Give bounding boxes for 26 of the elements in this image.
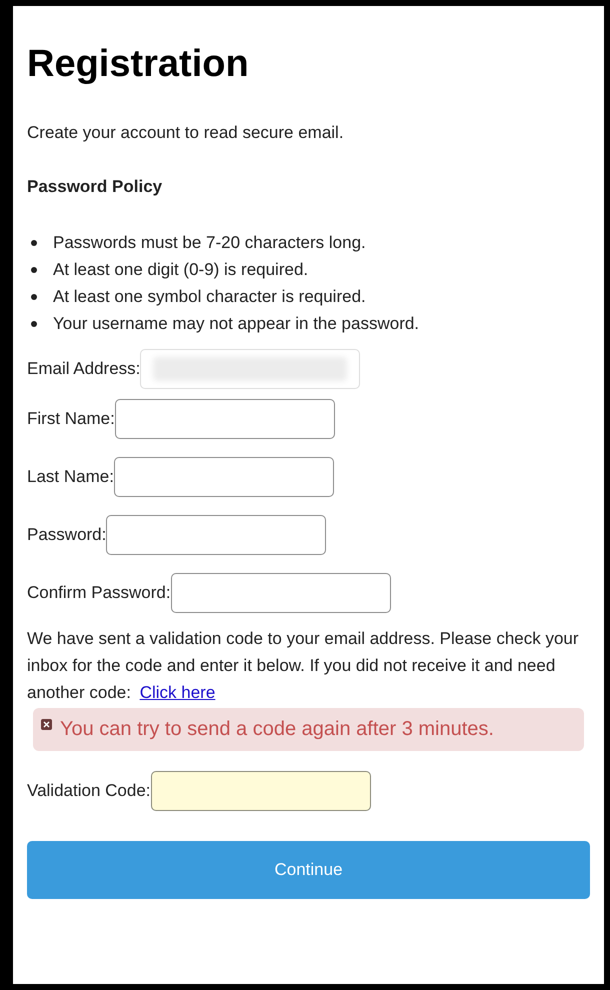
field-label: Password: bbox=[27, 524, 106, 546]
input-field[interactable] bbox=[114, 457, 334, 497]
field-label: Confirm Password: bbox=[27, 582, 171, 604]
error-icon bbox=[41, 719, 52, 730]
input-field[interactable] bbox=[114, 399, 335, 439]
field-label: Validation Code: bbox=[27, 780, 150, 802]
notice-text: We have sent a validation code to your email address. Please check your inbox for the code and enter it below. If you did not receive it and need another code: Click here bbox=[27, 628, 580, 704]
policy-rule: At least one digit (0-9) is required. bbox=[53, 259, 308, 281]
page-title: Registration bbox=[27, 42, 250, 87]
field-label: Email Address: bbox=[27, 358, 140, 380]
bullet-icon bbox=[31, 320, 37, 326]
field-label: Last Name: bbox=[27, 466, 114, 488]
intro-text: Create your account to read secure email. bbox=[27, 122, 345, 144]
policy-rule: Passwords must be 7-20 characters long. bbox=[53, 232, 366, 254]
error-text: You can try to send a code again after 3 minutes. bbox=[60, 718, 494, 740]
bullet-icon bbox=[31, 294, 37, 300]
bullet-icon bbox=[31, 266, 37, 272]
bullet-icon bbox=[31, 240, 37, 246]
policy-rule: At least one symbol character is required. bbox=[53, 286, 366, 308]
input-field[interactable] bbox=[150, 771, 370, 811]
policy-rule: Your username may not appear in the password. bbox=[53, 313, 420, 335]
input-field[interactable] bbox=[106, 515, 326, 555]
policy-heading: Password Policy bbox=[27, 176, 164, 198]
field-label: First Name: bbox=[27, 408, 115, 430]
input-field[interactable] bbox=[170, 573, 391, 613]
click-here-link[interactable]: Click here bbox=[140, 683, 216, 702]
